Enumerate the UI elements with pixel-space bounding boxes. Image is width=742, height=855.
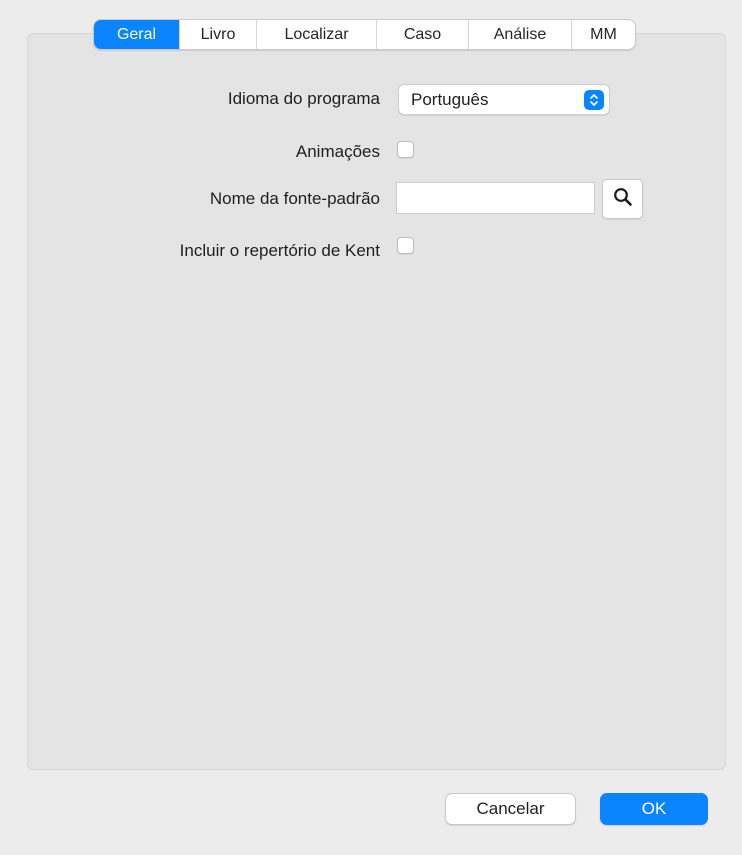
tab-livro[interactable]: Livro [180, 20, 257, 49]
language-select-value: Português [411, 89, 489, 109]
cancel-button[interactable]: Cancelar [445, 793, 576, 825]
font-label: Nome da fonte-padrão [209, 189, 380, 208]
animations-label: Animações [295, 142, 380, 161]
tab-analise[interactable]: Análise [469, 20, 572, 49]
tab-geral[interactable]: Geral [94, 20, 180, 49]
tab-mm[interactable]: MM [572, 20, 635, 49]
font-search-button[interactable] [602, 179, 643, 219]
animations-checkbox[interactable] [397, 141, 414, 158]
chevron-up-down-icon [584, 90, 604, 110]
kent-repertory-checkbox[interactable] [397, 237, 414, 254]
kent-label: Incluir o repertório de Kent [179, 241, 380, 260]
tab-localizar[interactable]: Localizar [257, 20, 377, 49]
ok-button[interactable]: OK [600, 793, 708, 825]
search-icon [613, 187, 633, 212]
font-name-input[interactable] [396, 182, 595, 214]
language-select[interactable]: Português [398, 84, 610, 115]
tab-bar: Geral Livro Localizar Caso Análise MM [93, 19, 636, 50]
tab-caso[interactable]: Caso [377, 20, 469, 49]
language-label: Idioma do programa [227, 89, 380, 108]
